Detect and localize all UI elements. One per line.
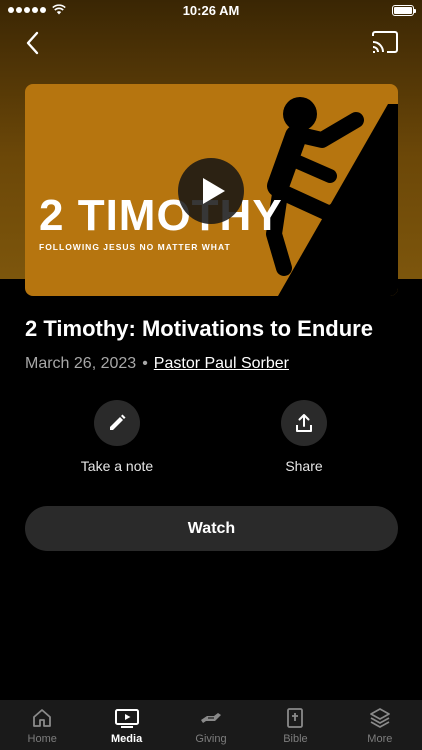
giving-hands-icon [201,713,222,723]
tab-bible[interactable]: Bible [253,700,337,750]
note-circle[interactable] [94,400,140,446]
tab-media-label: Media [111,733,143,745]
pencil-icon [110,414,126,430]
play-button[interactable] [178,158,244,224]
take-note-label: Take a note [80,458,154,474]
sermon-thumbnail[interactable]: 2 TIMOTHY FOLLOWING JESUS NO MATTER WHAT [25,84,398,296]
climber-illustration [266,97,398,296]
sermon-meta: March 26, 2023 • Pastor Paul Sorber [25,355,289,373]
thumbnail-title: 2 TIMOTHY [39,191,283,240]
share-circle[interactable] [281,400,327,446]
tab-giving[interactable]: Giving [169,700,253,750]
status-bar: 10:26 AM [0,0,422,22]
cast-button[interactable] [370,30,400,56]
author-link[interactable]: Pastor Paul Sorber [154,355,289,372]
take-note-button[interactable]: Take a note [47,400,187,474]
share-button[interactable]: Share [234,400,374,474]
tab-more[interactable]: More [338,700,422,750]
share-icon [296,414,312,432]
tab-bar: Home Media Giving Bible More [0,700,422,750]
battery-icon [392,5,416,16]
share-label: Share [285,458,323,474]
status-time: 10:26 AM [182,3,240,18]
sermon-date: March 26, 2023 [25,355,137,372]
tab-media[interactable]: Media [84,700,168,750]
tab-more-label: More [367,733,393,745]
bible-icon [287,708,304,728]
play-icon [203,178,225,204]
watch-button[interactable]: Watch [25,506,398,551]
home-icon [33,709,52,727]
tab-bible-label: Bible [283,733,308,745]
back-button[interactable] [18,28,48,58]
thumbnail-subtitle: FOLLOWING JESUS NO MATTER WHAT [39,242,231,252]
tab-home[interactable]: Home [0,700,84,750]
play-screen-icon [114,709,139,728]
sermon-title: 2 Timothy: Motivations to Endure [25,316,373,341]
chevron-left-icon [26,31,39,55]
meta-separator: • [142,355,148,372]
tab-giving-label: Giving [195,733,227,745]
cast-icon [372,31,398,53]
layers-icon [369,708,390,728]
tab-home-label: Home [27,733,57,745]
